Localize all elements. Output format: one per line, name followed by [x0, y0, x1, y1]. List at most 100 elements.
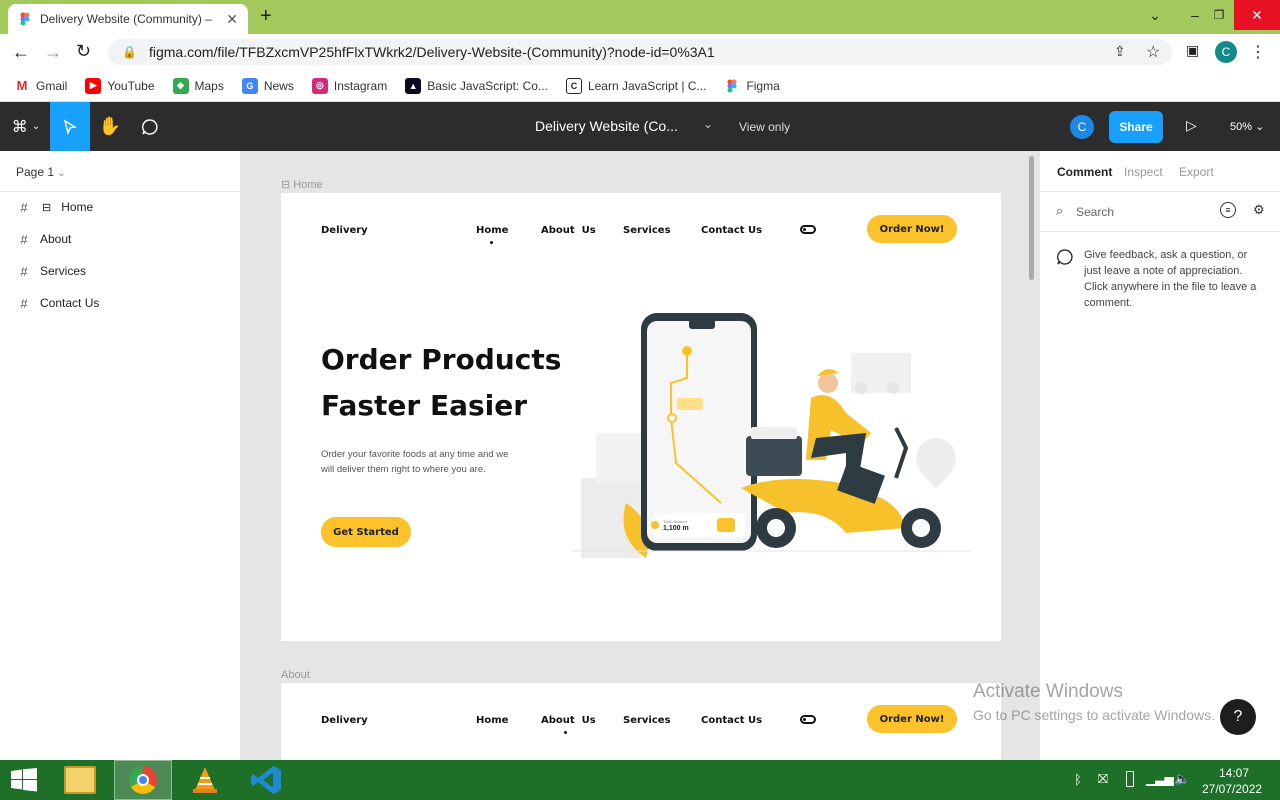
- bookmarks-bar: M Gmail ▶ YouTube ◆ Maps G News ◎ Instagram ▲…: [0, 70, 1280, 102]
- news-icon: G: [241, 77, 258, 94]
- order-now-button[interactable]: Order Now!: [867, 215, 957, 243]
- site-nav-home[interactable]: Home: [476, 225, 508, 236]
- profile-avatar[interactable]: C: [1215, 41, 1237, 63]
- present-icon[interactable]: ▷: [1186, 117, 1197, 134]
- bookmark-news[interactable]: G News: [241, 77, 294, 94]
- browser-tab[interactable]: Delivery Website (Community) – ✕: [8, 4, 248, 34]
- nav-active-dot: [564, 731, 567, 734]
- file-title[interactable]: Delivery Website (Co...: [535, 118, 678, 134]
- bookmark-star-icon[interactable]: ☆: [1146, 42, 1160, 62]
- share-page-icon[interactable]: ⇪: [1114, 43, 1126, 60]
- hand-tool-icon[interactable]: ✋: [90, 102, 130, 151]
- hero-subtext: Order your favorite foods at any time an…: [321, 449, 509, 475]
- reload-icon[interactable]: ↻: [76, 41, 91, 62]
- maps-icon: ◆: [172, 77, 189, 94]
- tab-comment[interactable]: Comment: [1057, 165, 1112, 179]
- site-logo: Delivery: [321, 225, 368, 236]
- layer-contact[interactable]: # Contact Us: [0, 287, 240, 319]
- activate-windows-subtitle: Go to PC settings to activate Windows.: [973, 707, 1215, 723]
- side-panel-icon[interactable]: ▣: [1186, 42, 1199, 59]
- hero-headline-1: Order Products: [321, 343, 562, 376]
- vscode-icon[interactable]: [250, 765, 282, 798]
- frame-label-icon: ⊟: [281, 179, 291, 191]
- zoom-chevron-icon: ⌄: [1255, 121, 1265, 133]
- windows-taskbar: ᛒ ⛝ ▁▃▅ 🔈 14:07 27/07/2022: [0, 760, 1280, 800]
- chrome-menu-icon[interactable]: ⋮: [1250, 42, 1266, 62]
- url-field[interactable]: 🔒 figma.com/file/TFBZxcmVP25hfFlxTWkrk2/…: [108, 39, 1172, 65]
- new-tab-icon[interactable]: +: [260, 5, 272, 28]
- signal-icon[interactable]: ▁▃▅: [1146, 772, 1174, 786]
- clock-date[interactable]: 27/07/2022: [1202, 782, 1262, 796]
- back-icon[interactable]: ←: [12, 42, 30, 63]
- bookmark-figma[interactable]: Figma: [724, 77, 780, 94]
- home-frame[interactable]: Delivery Home About Us Services Contact …: [281, 193, 1001, 641]
- browser-tab-bar: Delivery Website (Community) – ✕ + ⌄ – ❐…: [0, 0, 1280, 34]
- file-menu-chevron-icon[interactable]: ⌄: [703, 117, 713, 131]
- theme-toggle-icon[interactable]: [800, 225, 816, 234]
- bookmark-learn-js[interactable]: C Learn JavaScript | C...: [565, 77, 706, 94]
- site-nav-about[interactable]: About Us: [541, 225, 596, 236]
- bookmark-instagram[interactable]: ◎ Instagram: [311, 77, 387, 94]
- bookmark-youtube[interactable]: ▶ YouTube: [85, 77, 155, 94]
- volume-icon[interactable]: 🔈: [1174, 771, 1190, 787]
- site-nav-contact[interactable]: Contact Us: [701, 715, 762, 726]
- share-button[interactable]: Share: [1109, 111, 1163, 143]
- site-nav-services[interactable]: Services: [623, 225, 671, 236]
- help-button[interactable]: ?: [1220, 699, 1256, 735]
- figma-icon: [724, 77, 741, 94]
- comment-tool-icon[interactable]: [130, 102, 170, 151]
- site-logo: Delivery: [321, 715, 368, 726]
- page-selector[interactable]: Page 1 ⌄: [16, 165, 66, 179]
- clock-time[interactable]: 14:07: [1219, 766, 1249, 780]
- close-window-icon[interactable]: ✕: [1234, 0, 1280, 30]
- panel-divider: [1040, 231, 1280, 232]
- bookmark-maps[interactable]: ◆ Maps: [172, 77, 224, 94]
- bookmark-freecodecamp[interactable]: ▲ Basic JavaScript: Co...: [405, 77, 548, 94]
- file-explorer-icon[interactable]: [64, 766, 96, 794]
- chrome-taskbar-button[interactable]: [114, 760, 172, 800]
- url-text: figma.com/file/TFBZxcmVP25hfFlxTWkrk2/De…: [148, 44, 715, 60]
- site-nav-contact[interactable]: Contact Us: [701, 225, 762, 236]
- bookmark-gmail[interactable]: M Gmail: [14, 77, 67, 94]
- windows-start-icon[interactable]: [10, 768, 38, 795]
- order-now-button[interactable]: Order Now!: [867, 705, 957, 733]
- figma-menu-icon[interactable]: ⌘ ⌄: [6, 102, 46, 151]
- hero-headline-2: Faster Easier: [321, 389, 528, 422]
- youtube-icon: ▶: [85, 77, 102, 94]
- site-nav-services[interactable]: Services: [623, 715, 671, 726]
- bluetooth-icon[interactable]: ᛒ: [1074, 772, 1082, 787]
- frame-icon: #: [20, 199, 28, 215]
- comment-hint: Give feedback, ask a question, or just l…: [1084, 249, 1257, 309]
- layer-about[interactable]: # About: [0, 223, 240, 255]
- vlc-icon[interactable]: [190, 766, 220, 797]
- filter-icon[interactable]: ≡: [1220, 202, 1236, 218]
- get-started-button[interactable]: Get Started: [321, 517, 411, 547]
- comment-search-input[interactable]: Search: [1076, 205, 1114, 219]
- delivery-illustration: Total distance 1,100 m: [571, 313, 971, 558]
- battery-icon[interactable]: [1126, 771, 1134, 787]
- frame-label-home[interactable]: ⊟ Home: [281, 178, 323, 191]
- about-frame[interactable]: Delivery Home About Us Services Contact …: [281, 683, 1001, 760]
- lock-icon: 🔒: [122, 45, 137, 59]
- tab-close-icon[interactable]: ✕: [226, 11, 238, 28]
- gmail-icon: M: [14, 77, 30, 94]
- network-status-icon[interactable]: ⛝: [1098, 771, 1108, 787]
- activate-windows-title: Activate Windows: [973, 681, 1123, 702]
- site-nav-about[interactable]: About Us: [541, 715, 596, 726]
- tab-export[interactable]: Export: [1179, 165, 1214, 179]
- page-chevron-icon: ⌄: [57, 168, 66, 179]
- user-avatar[interactable]: C: [1070, 115, 1094, 139]
- settings-sliders-icon[interactable]: ⚙: [1253, 202, 1265, 218]
- tab-inspect[interactable]: Inspect: [1124, 165, 1163, 179]
- site-nav-home[interactable]: Home: [476, 715, 508, 726]
- figma-toolbar: ⌘ ⌄ ✋ Delivery Website (Co... ⌄ View only…: [0, 102, 1280, 151]
- theme-toggle-icon[interactable]: [800, 715, 816, 724]
- move-tool-icon[interactable]: [50, 102, 90, 151]
- figma-canvas[interactable]: ⊟ Home Delivery Home About Us Services C…: [241, 151, 1039, 760]
- forward-icon[interactable]: →: [44, 42, 62, 63]
- zoom-level[interactable]: 50% ⌄: [1230, 120, 1264, 133]
- layer-services[interactable]: # Services: [0, 255, 240, 287]
- canvas-scrollbar[interactable]: [1029, 156, 1034, 280]
- frame-label-about[interactable]: About: [281, 669, 310, 681]
- layer-home[interactable]: # ⊟ Home: [0, 191, 240, 223]
